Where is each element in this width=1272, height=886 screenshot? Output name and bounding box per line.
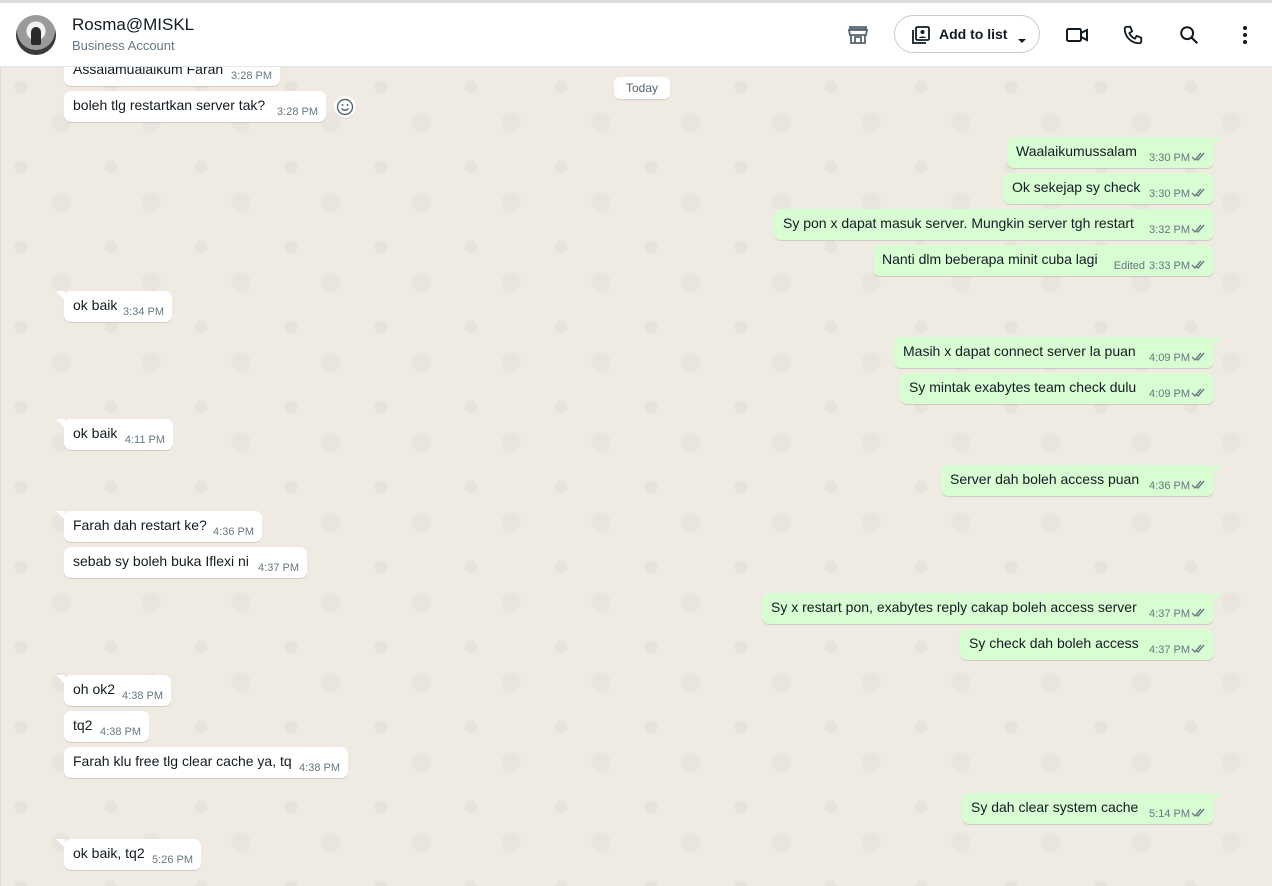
message-list[interactable]: Today Assalamualaikum Farah 3:28 PM bole… <box>0 67 1272 886</box>
message-time: 4:37 PM <box>1149 644 1190 656</box>
message-time: 3:34 PM <box>123 306 164 318</box>
message-text: tq2 <box>73 717 93 733</box>
storefront-icon[interactable] <box>846 23 870 47</box>
chat-header: Rosma@MISKL Business Account Add to list <box>0 0 1272 67</box>
message-text: ok baik <box>73 297 118 313</box>
read-receipt-icon <box>1191 644 1205 654</box>
message-time: 5:14 PM <box>1149 808 1190 820</box>
read-receipt-icon <box>1191 480 1205 490</box>
message-time: 4:37 PM <box>258 562 299 574</box>
message-text: Sy pon x dapat masuk server. Mungkin ser… <box>783 215 1134 231</box>
message-text: oh ok2 <box>73 681 116 697</box>
message-time: 3:33 PM <box>1149 260 1190 272</box>
read-receipt-icon <box>1191 224 1205 234</box>
message-outgoing[interactable]: Server dah boleh access puan 4:36 PM <box>941 465 1222 496</box>
read-receipt-icon <box>1191 352 1205 362</box>
message-text: Sy check dah boleh access <box>969 635 1139 651</box>
more-options-icon[interactable] <box>1233 23 1257 47</box>
message-outgoing[interactable]: Ok sekejap sy check 3:30 PM <box>1003 173 1214 204</box>
search-icon[interactable] <box>1177 23 1201 47</box>
read-receipt-icon <box>1191 260 1205 270</box>
react-emoji-icon[interactable] <box>334 96 356 118</box>
message-time: 4:09 PM <box>1149 352 1190 364</box>
message-outgoing[interactable]: Sy pon x dapat masuk server. Mungkin ser… <box>774 209 1214 240</box>
read-receipt-icon <box>1191 608 1205 618</box>
message-incoming[interactable]: sebab sy boleh buka Iflexi ni 4:37 PM <box>64 547 307 578</box>
message-incoming[interactable]: Farah klu free tlg clear cache ya, tq 4:… <box>64 747 348 778</box>
message-incoming[interactable]: oh ok2 4:38 PM <box>56 675 171 706</box>
message-text: ok baik, tq2 <box>73 845 145 861</box>
avatar[interactable] <box>16 15 56 55</box>
contact-list-icon <box>911 25 931 50</box>
message-time: 5:26 PM <box>152 854 193 866</box>
read-receipt-icon <box>1191 808 1205 818</box>
message-outgoing[interactable]: Sy mintak exabytes team check dulu 4:09 … <box>900 373 1214 404</box>
message-outgoing[interactable]: Masih x dapat connect server la puan 4:0… <box>894 337 1222 368</box>
message-outgoing[interactable]: Sy x restart pon, exabytes reply cakap b… <box>762 593 1222 624</box>
message-incoming[interactable]: boleh tlg restartkan server tak? 3:28 PM <box>64 91 326 122</box>
message-time: 4:09 PM <box>1149 388 1190 400</box>
message-outgoing[interactable]: Sy dah clear system cache 5:14 PM <box>962 793 1222 824</box>
message-text: Farah dah restart ke? <box>73 517 207 533</box>
edited-label: Edited <box>1113 260 1145 272</box>
message-time: 4:38 PM <box>299 762 340 774</box>
contact-name[interactable]: Rosma@MISKL <box>72 15 194 35</box>
message-text: Waalaikumussalam <box>1016 143 1137 159</box>
video-call-icon[interactable] <box>1065 23 1089 47</box>
chevron-down-icon <box>1017 31 1027 49</box>
message-time: 4:37 PM <box>1149 608 1190 620</box>
message-time: 4:36 PM <box>1149 480 1190 492</box>
message-time: 3:32 PM <box>1149 224 1190 236</box>
message-text: boleh tlg restartkan server tak? <box>73 97 266 113</box>
message-text: Nanti dlm beberapa minit cuba lagi <box>882 251 1098 267</box>
message-incoming[interactable]: Farah dah restart ke? 4:36 PM <box>56 511 262 542</box>
message-outgoing[interactable]: Sy check dah boleh access 4:37 PM <box>960 629 1214 660</box>
message-text: Farah klu free tlg clear cache ya, tq <box>73 753 292 769</box>
message-time: 4:38 PM <box>122 690 163 702</box>
message-outgoing[interactable]: Nanti dlm beberapa minit cuba lagi Edite… <box>873 245 1214 276</box>
add-to-list-button[interactable]: Add to list <box>894 15 1040 53</box>
message-time: 3:28 PM <box>231 70 272 82</box>
message-text: Masih x dapat connect server la puan <box>903 343 1136 359</box>
message-time: 3:30 PM <box>1149 152 1190 164</box>
add-to-list-label: Add to list <box>939 26 1008 42</box>
message-text: Server dah boleh access puan <box>950 471 1140 487</box>
message-time: 3:30 PM <box>1149 188 1190 200</box>
message-incoming[interactable]: ok baik 3:34 PM <box>56 291 172 322</box>
message-time: 4:36 PM <box>213 526 254 538</box>
phone-icon[interactable] <box>1121 23 1145 47</box>
read-receipt-icon <box>1191 388 1205 398</box>
message-time: 4:11 PM <box>124 434 165 446</box>
message-incoming[interactable]: ok baik, tq2 5:26 PM <box>56 839 201 870</box>
read-receipt-icon <box>1191 152 1205 162</box>
message-text: sebab sy boleh buka Iflexi ni <box>73 553 249 569</box>
message-time: 3:28 PM <box>277 106 318 118</box>
message-incoming[interactable]: Assalamualaikum Farah 3:28 PM <box>64 67 280 86</box>
message-incoming[interactable]: tq2 4:38 PM <box>64 711 149 742</box>
message-text: Ok sekejap sy check <box>1012 179 1141 195</box>
message-incoming[interactable]: ok baik 4:11 PM <box>56 419 173 450</box>
message-text: Sy dah clear system cache <box>971 799 1139 815</box>
message-text: Assalamualaikum Farah <box>73 67 224 77</box>
message-text: Sy x restart pon, exabytes reply cakap b… <box>771 599 1137 615</box>
read-receipt-icon <box>1191 188 1205 198</box>
message-text: ok baik <box>73 425 118 441</box>
contact-subtitle: Business Account <box>72 38 175 53</box>
message-text: Sy mintak exabytes team check dulu <box>909 379 1137 395</box>
message-outgoing[interactable]: Waalaikumussalam 3:30 PM <box>1007 137 1222 168</box>
day-separator: Today <box>614 77 670 99</box>
message-time: 4:38 PM <box>100 726 141 738</box>
